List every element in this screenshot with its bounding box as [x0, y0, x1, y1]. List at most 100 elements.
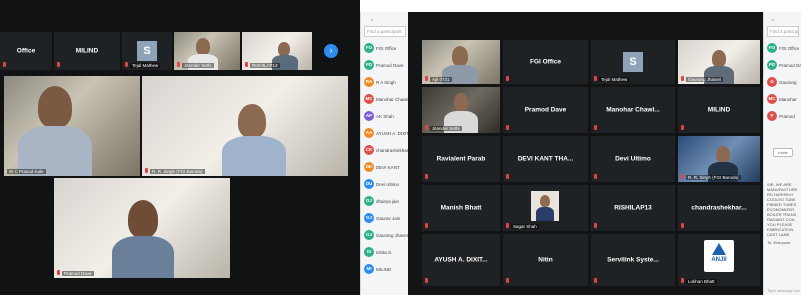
participant-name: R A Singh	[376, 79, 396, 85]
list-item[interactable]: PDPramod Dave	[767, 58, 801, 72]
avatar: GJ	[364, 230, 374, 240]
video-tile[interactable]: Manohar Chawl...	[591, 87, 675, 133]
list-item[interactable]: IS Ishita S.	[364, 245, 408, 259]
tile-label: Tejal Mathew	[599, 77, 630, 82]
avatar: DJ	[364, 196, 374, 206]
participants-panel-left: ⌄ Find a participant FO FGI Office PD Pram…	[360, 12, 408, 295]
mic-muted-icon	[681, 125, 684, 130]
list-item[interactable]: AP AK Shah	[364, 109, 408, 123]
participant-name: FGI Office	[376, 45, 397, 51]
logo-text: ANJII	[711, 257, 727, 263]
tile-label: RISHILAP13	[250, 63, 280, 68]
video-tile[interactable]: AYUSH A. DIXIT...	[422, 234, 500, 286]
video-tile[interactable]: DEVI KANT THA...	[503, 136, 588, 182]
list-item[interactable]: GJ Gaurav Jain	[364, 211, 408, 225]
video-tile[interactable]: chandrashekhar...	[678, 185, 760, 231]
video-tile[interactable]: ANJII Lokhan Bhatt	[678, 234, 760, 286]
tile-name: Devi Ultimo	[615, 155, 651, 163]
avatar: DK	[364, 162, 374, 172]
video-tile[interactable]: Pramod Dave	[503, 87, 588, 133]
mic-muted-icon	[506, 174, 509, 179]
list-item[interactable]: MI MILIND	[364, 262, 408, 276]
video-tile[interactable]: RISHILAP13	[591, 185, 675, 231]
mic-muted-icon	[506, 76, 509, 81]
video-tile[interactable]: Gaurang Jhaveri	[678, 40, 760, 84]
avatar: S	[137, 41, 157, 61]
mic-muted-icon	[506, 223, 509, 228]
invite-button[interactable]: Invite	[773, 148, 793, 157]
video-tile[interactable]: Devi Ultimo	[591, 136, 675, 182]
list-item[interactable]: G Gaurang	[767, 75, 801, 89]
video-tile[interactable]: Servilink Syste...	[591, 234, 675, 286]
list-item[interactable]: P Pramod	[767, 109, 801, 123]
participants-panel-right: ⌄ Find a participant FOFGI Office PDPram…	[763, 12, 801, 295]
participant-name: Manohar Chawla	[376, 96, 408, 102]
participant-name: AK Shah	[376, 113, 394, 119]
mic-muted-icon	[594, 223, 597, 228]
tile-label: Sagar Shah	[511, 224, 539, 229]
logo-triangle-icon	[712, 243, 726, 255]
video-tile-pramod[interactable]: Pramod Dave	[54, 178, 230, 278]
meeting-screenshot-gallery: Ajit 0731 FGI Office S Tejal Mathew Gaur…	[408, 12, 763, 295]
mic-muted-icon	[681, 174, 684, 179]
video-tile-rishilap[interactable]: RISHILAP13	[242, 32, 312, 70]
list-item[interactable]: MC Manohar Chawla	[364, 92, 408, 106]
list-item[interactable]: GJ Gaurang Jhaveri	[364, 228, 408, 242]
participant-name: Gaurav Jain	[376, 215, 401, 221]
avatar: G	[767, 77, 777, 87]
video-tile[interactable]: Manish Bhatt	[422, 185, 500, 231]
tile-name: Ravialent Parab	[436, 155, 486, 163]
list-item[interactable]: DJ dhairya jain	[364, 194, 408, 208]
search-input[interactable]: Find a participant	[767, 26, 799, 37]
video-tile-milind[interactable]: MILIND	[54, 32, 120, 70]
mic-muted-icon	[681, 278, 684, 283]
tile-label: Lokhan Bhatt	[686, 279, 717, 284]
avatar: PD	[767, 60, 777, 70]
participant-name: Manohar	[779, 96, 797, 102]
list-item[interactable]: CK chandrashekhar	[364, 143, 408, 157]
avatar: CK	[364, 145, 374, 155]
list-item[interactable]: FO FGI Office	[364, 41, 408, 55]
video-tile[interactable]: Ravialent Parab	[422, 136, 500, 182]
video-tile-jitender[interactable]: Jitender Sethi	[174, 32, 240, 70]
list-item[interactable]: DK DEVI KANT	[364, 160, 408, 174]
video-tile[interactable]: Sagar Shah	[503, 185, 588, 231]
tile-name: Office	[16, 47, 36, 55]
participant-name: Gaurang Jhaveri	[376, 232, 408, 238]
video-tile-tejal[interactable]: S Tejal Mathew	[122, 32, 172, 70]
mic-muted-icon	[425, 76, 428, 81]
video-tile[interactable]: S Tejal Mathew	[591, 40, 675, 84]
participant-name: dhairya jain	[376, 198, 400, 204]
participant-name: Ishita S.	[376, 249, 393, 255]
list-item[interactable]: PDPramod Dave	[364, 58, 408, 72]
search-input[interactable]: Find a participant	[364, 26, 406, 37]
list-item[interactable]: FO FGI Office	[767, 41, 801, 55]
video-tile-speaker[interactable]: W C Prasad Kale	[4, 76, 140, 176]
mic-muted-icon	[506, 125, 509, 130]
video-tile[interactable]: MILIND	[678, 87, 760, 133]
list-item[interactable]: MC Manohar	[767, 92, 801, 106]
list-item[interactable]: RA R A Singh	[364, 75, 408, 89]
list-item[interactable]: DU Devi Ultimo	[364, 177, 408, 191]
avatar: MC	[767, 94, 777, 104]
video-tile[interactable]: Jitender Sethi	[422, 87, 500, 133]
next-page-button[interactable]: ›	[324, 44, 338, 58]
mic-muted-icon	[594, 76, 597, 81]
chat-input[interactable]: Type message here...	[767, 288, 800, 293]
tile-name: FGI Office	[529, 58, 562, 66]
video-tile[interactable]: R. R. Singh (FGI Baroda)	[678, 136, 760, 182]
mic-muted-icon	[681, 223, 684, 228]
mic-muted-icon	[594, 125, 597, 130]
video-tile-office[interactable]: Office	[0, 32, 52, 70]
chat-recipient[interactable]: To: Everyone	[767, 240, 800, 245]
video-tile[interactable]: Nitin	[503, 234, 588, 286]
video-tile-rr-singh[interactable]: R. R. Singh (FGI Baroda)	[142, 76, 348, 176]
list-item[interactable]: AA AYUSH A. DIXIT	[364, 126, 408, 140]
mic-muted-icon	[594, 174, 597, 179]
mic-muted-icon	[125, 62, 128, 67]
video-tile[interactable]: Ajit 0731	[422, 40, 500, 84]
avatar: FO	[767, 43, 777, 53]
video-tile[interactable]: FGI Office	[503, 40, 588, 84]
mic-muted-icon	[57, 62, 60, 67]
participant-name: DEVI KANT	[376, 164, 400, 170]
